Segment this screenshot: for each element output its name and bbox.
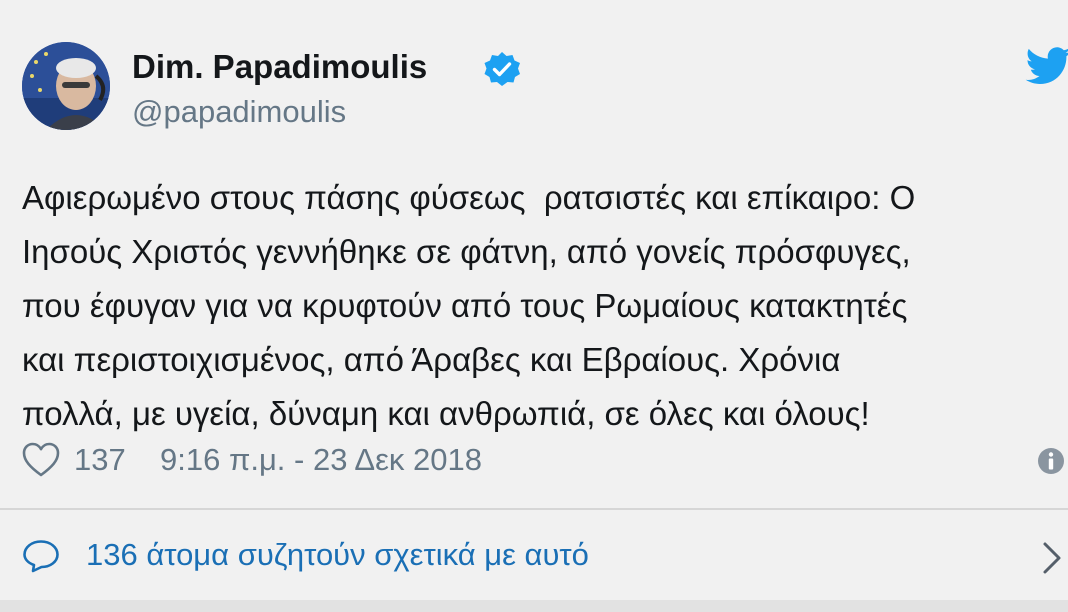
chevron-right-icon[interactable] xyxy=(1040,541,1064,575)
like-count[interactable]: 137 xyxy=(74,442,126,478)
card-bottom-border xyxy=(0,600,1068,612)
discussion-label[interactable]: 136 άτομα συζητούν σχετικά με αυτό xyxy=(86,537,589,573)
divider xyxy=(0,508,1068,510)
twitter-bird-icon[interactable] xyxy=(1024,46,1068,86)
avatar[interactable] xyxy=(22,42,110,130)
tweet-text-line: που έφυγαν για να κρυφτούν από τους Ρωμα… xyxy=(22,287,908,324)
tweet-card: Dim. Papadimoulis @papadimoulis Αφιερωμέ… xyxy=(0,0,1068,612)
tweet-text-line: Ιησούς Χριστός γεννήθηκε σε φάτνη, από γ… xyxy=(22,233,911,270)
comment-bubble-icon xyxy=(22,539,60,573)
verified-badge-icon xyxy=(483,51,521,89)
tweet-meta-row: 137 9:16 π.μ. - 23 Δεκ 2018 xyxy=(22,438,1064,482)
tweet-text-line: και περιστοιχισμένος, από Άραβες και Εβρ… xyxy=(22,341,841,378)
tweet-text: Αφιερωμένο στους πάσης φύσεως ρατσιστές … xyxy=(22,171,1066,441)
info-icon[interactable] xyxy=(1036,446,1066,476)
author-handle[interactable]: @papadimoulis xyxy=(132,94,346,130)
heart-icon[interactable] xyxy=(22,442,60,478)
author-display-name[interactable]: Dim. Papadimoulis xyxy=(132,48,427,86)
discussion-link[interactable]: 136 άτομα συζητούν σχετικά με αυτό xyxy=(0,511,1068,599)
tweet-text-line: πολλά, με υγεία, δύναμη και ανθρωπιά, σε… xyxy=(22,395,870,432)
tweet-timestamp[interactable]: 9:16 π.μ. - 23 Δεκ 2018 xyxy=(160,442,482,478)
tweet-text-line: Αφιερωμένο στους πάσης φύσεως ρατσιστές … xyxy=(22,179,916,216)
